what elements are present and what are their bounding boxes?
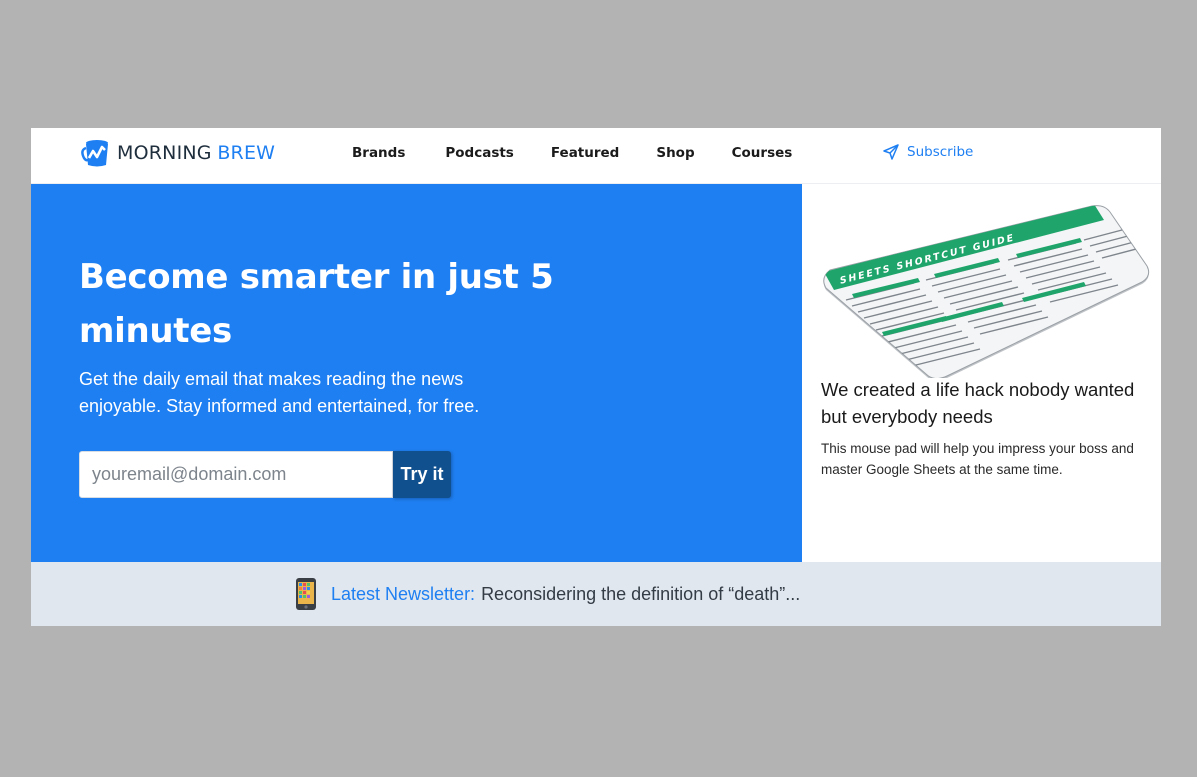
logo-wordmark: Morning Brew (117, 142, 275, 164)
promo-card[interactable]: SHEETS SHORTCUT GUIDE We created a life … (802, 184, 1161, 562)
hero-subtitle: Get the daily email that makes reading t… (79, 369, 480, 416)
nav-link-brands[interactable]: Brands (352, 145, 405, 161)
nav-link-podcasts[interactable]: Podcasts (445, 145, 513, 161)
hero-title: Become smarter in just 5 minutes (79, 257, 554, 351)
page: Morning Brew Brands Podcasts Featured Sh… (31, 128, 1161, 626)
mobile-phone-icon (296, 578, 316, 610)
signup-form: Try it (79, 451, 451, 498)
latest-newsletter-label: Latest Newsletter: (331, 583, 476, 604)
nav-links: Brands Podcasts Featured Shop Courses (331, 128, 792, 178)
latest-newsletter-content: Latest Newsletter: Reconsidering the def… (295, 562, 800, 626)
subscribe-link[interactable]: Subscribe (883, 144, 973, 160)
try-it-button[interactable]: Try it (393, 451, 451, 498)
paper-plane-icon (883, 144, 899, 160)
coffee-mug-logo-icon (81, 140, 108, 167)
top-navbar: Morning Brew Brands Podcasts Featured Sh… (31, 128, 1161, 184)
logo-word-2: Brew (217, 142, 276, 164)
latest-newsletter-link[interactable]: Reconsidering the definition of “death”.… (481, 584, 800, 605)
promo-title: We created a life hack nobody wanted but… (821, 379, 1135, 427)
email-input[interactable] (79, 451, 393, 498)
subscribe-label: Subscribe (907, 144, 974, 160)
hero-section: Become smarter in just 5 minutes Get the… (31, 184, 802, 562)
nav-link-courses[interactable]: Courses (732, 145, 793, 161)
logo-word-1: Morning (117, 142, 212, 164)
nav-link-featured[interactable]: Featured (551, 145, 619, 161)
morning-brew-logo[interactable]: Morning Brew (81, 138, 275, 168)
promo-description: This mouse pad will help you impress you… (821, 441, 1134, 477)
mouse-pad-image: SHEETS SHORTCUT GUIDE (823, 205, 1150, 378)
latest-newsletter-bar: Latest Newsletter: Reconsidering the def… (31, 562, 1161, 626)
nav-link-shop[interactable]: Shop (656, 145, 694, 161)
